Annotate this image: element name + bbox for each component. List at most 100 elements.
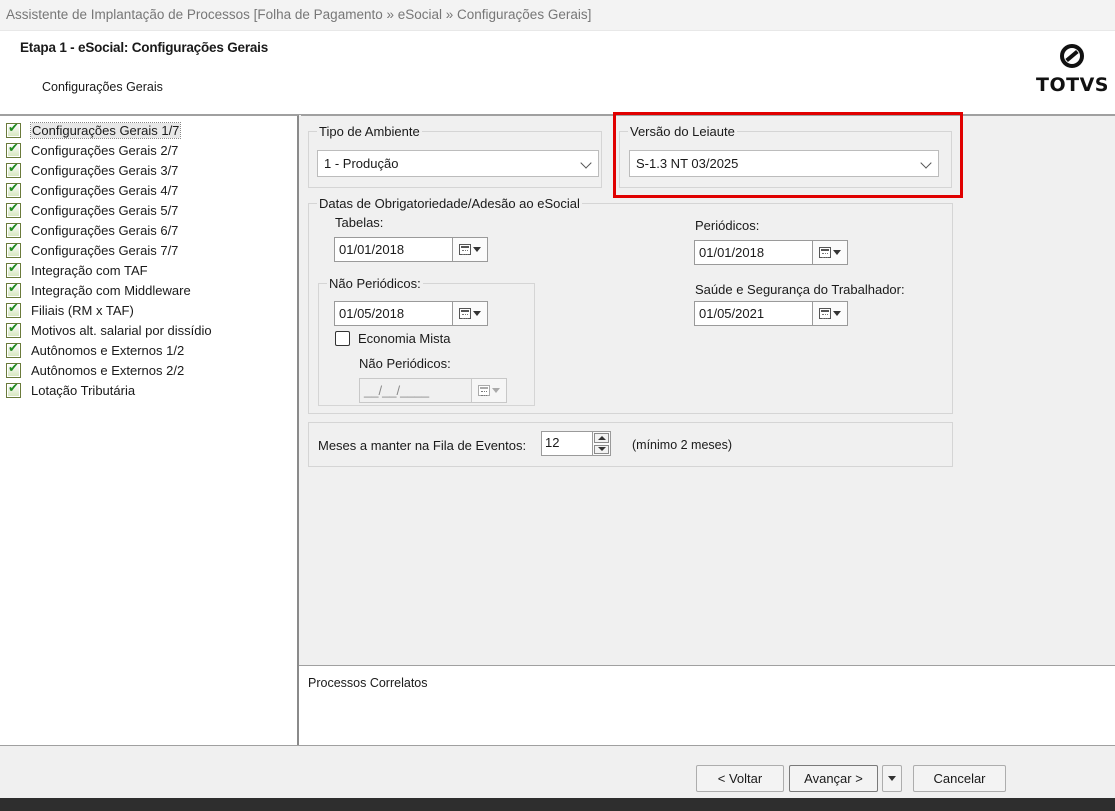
stepper-down-button[interactable] — [594, 444, 609, 454]
check-icon — [6, 320, 21, 338]
background-strip — [0, 798, 1115, 811]
nao-periodicos-legend: Não Periódicos: — [329, 276, 421, 291]
economia-mista-label: Economia Mista — [358, 331, 451, 346]
periodicos-date-value[interactable]: 01/01/2018 — [694, 240, 812, 265]
sidebar-item-middleware[interactable]: Integração com Middleware — [0, 280, 297, 300]
calendar-icon — [819, 247, 831, 258]
step-subtitle: Configurações Gerais — [42, 80, 163, 94]
check-icon — [6, 160, 21, 178]
nao-periodicos-date-value[interactable]: 01/05/2018 — [334, 301, 452, 326]
totvs-logo: TOTVS — [1036, 44, 1108, 106]
nao-periodicos-date[interactable]: 01/05/2018 — [334, 301, 488, 326]
check-icon — [6, 120, 21, 138]
calendar-icon — [478, 385, 490, 396]
back-button[interactable]: < Voltar — [696, 765, 784, 792]
check-icon — [6, 200, 21, 218]
calendar-icon — [459, 308, 471, 319]
ambiente-value: 1 - Produção — [324, 156, 399, 171]
cancel-button[interactable]: Cancelar — [913, 765, 1006, 792]
calendar-button[interactable] — [452, 301, 488, 326]
check-icon — [6, 340, 21, 358]
step-title: Etapa 1 - eSocial: Configurações Gerais — [20, 40, 269, 55]
wizard-footer: < Voltar Avançar > Cancelar — [0, 745, 1115, 798]
next-dropdown-button[interactable] — [882, 765, 902, 792]
economia-mista-checkbox[interactable] — [335, 331, 350, 346]
sst-date-value[interactable]: 01/05/2021 — [694, 301, 812, 326]
sidebar-item-motivos[interactable]: Motivos alt. salarial por dissídio — [0, 320, 297, 340]
sidebar-item-config-5[interactable]: Configurações Gerais 5/7 — [0, 200, 297, 220]
dropdown-arrow-icon — [833, 250, 841, 255]
processos-correlatos-panel: Processos Correlatos — [299, 665, 1115, 745]
next-button[interactable]: Avançar > — [789, 765, 878, 792]
arrow-down-icon — [597, 447, 606, 452]
check-icon — [6, 240, 21, 258]
check-icon — [6, 260, 21, 278]
sidebar-item-label: Configurações Gerais 4/7 — [31, 182, 179, 198]
fila-meses-stepper[interactable]: 12 — [541, 431, 611, 456]
sidebar-item-taf[interactable]: Integração com TAF — [0, 260, 297, 280]
calendar-icon — [819, 308, 831, 319]
calendar-button[interactable] — [452, 237, 488, 262]
sidebar-item-label: Configurações Gerais 5/7 — [31, 202, 179, 218]
stepper-arrows — [593, 431, 611, 456]
sidebar-item-filiais[interactable]: Filiais (RM x TAF) — [0, 300, 297, 320]
calendar-button[interactable] — [812, 240, 848, 265]
wizard-header: Etapa 1 - eSocial: Configurações Gerais … — [0, 31, 1115, 115]
check-icon — [6, 280, 21, 298]
sidebar-item-config-2[interactable]: Configurações Gerais 2/7 — [0, 140, 297, 160]
sidebar-item-config-6[interactable]: Configurações Gerais 6/7 — [0, 220, 297, 240]
sidebar-item-label: Configurações Gerais 2/7 — [31, 142, 179, 158]
periodicos-label: Periódicos: — [695, 218, 760, 233]
sidebar-item-label: Configurações Gerais 1/7 — [29, 121, 182, 139]
sidebar-item-autonomos-1[interactable]: Autônomos e Externos 1/2 — [0, 340, 297, 360]
dropdown-arrow-icon — [492, 388, 500, 393]
steps-sidebar: Configurações Gerais 1/7 Configurações G… — [0, 115, 299, 745]
sidebar-item-config-1[interactable]: Configurações Gerais 1/7 — [0, 120, 297, 140]
sst-label: Saúde e Segurança do Trabalhador: — [695, 282, 905, 297]
check-icon — [6, 300, 21, 318]
em-nao-periodicos-label: Não Periódicos: — [359, 356, 451, 371]
leiaute-highlight-box — [613, 112, 963, 198]
sidebar-item-label: Configurações Gerais 6/7 — [31, 222, 179, 238]
fila-meses-value[interactable]: 12 — [541, 431, 593, 456]
sst-date[interactable]: 01/05/2021 — [694, 301, 848, 326]
sidebar-item-label: Lotação Tributária — [31, 382, 136, 398]
dropdown-arrow-icon — [473, 311, 481, 316]
periodicos-date[interactable]: 01/01/2018 — [694, 240, 848, 265]
check-icon — [6, 380, 21, 398]
stepper-up-button[interactable] — [594, 433, 609, 443]
em-nao-periodicos-date: __/__/____ — [359, 378, 507, 403]
fila-label: Meses a manter na Fila de Eventos: — [318, 438, 527, 453]
dropdown-arrow-icon — [473, 247, 481, 252]
tabelas-date-value[interactable]: 01/01/2018 — [334, 237, 452, 262]
chevron-down-icon — [580, 157, 592, 169]
sidebar-item-label: Integração com Middleware — [31, 282, 191, 298]
check-icon — [6, 360, 21, 378]
totvs-logo-icon — [1060, 44, 1084, 68]
calendar-icon — [459, 244, 471, 255]
calendar-button[interactable] — [812, 301, 848, 326]
em-nao-periodicos-date-value: __/__/____ — [359, 378, 471, 403]
check-icon — [6, 140, 21, 158]
tabelas-date[interactable]: 01/01/2018 — [334, 237, 488, 262]
arrow-up-icon — [597, 435, 606, 440]
sidebar-item-label: Autônomos e Externos 1/2 — [31, 342, 185, 358]
datas-legend: Datas de Obrigatoriedade/Adesão ao eSoci… — [319, 196, 580, 211]
sidebar-item-config-7[interactable]: Configurações Gerais 7/7 — [0, 240, 297, 260]
totvs-logo-text: TOTVS — [1036, 74, 1109, 96]
sidebar-item-config-3[interactable]: Configurações Gerais 3/7 — [0, 160, 297, 180]
check-icon — [6, 220, 21, 238]
check-icon — [6, 180, 21, 198]
sidebar-item-lotacao[interactable]: Lotação Tributária — [0, 380, 297, 400]
sidebar-item-label: Autônomos e Externos 2/2 — [31, 362, 185, 378]
ambiente-select[interactable]: 1 - Produção — [317, 150, 599, 177]
sidebar-item-autonomos-2[interactable]: Autônomos e Externos 2/2 — [0, 360, 297, 380]
wizard-window: Assistente de Implantação de Processos [… — [0, 0, 1115, 798]
tabelas-label: Tabelas: — [335, 215, 384, 230]
sidebar-item-label: Motivos alt. salarial por dissídio — [31, 322, 212, 338]
sidebar-item-config-4[interactable]: Configurações Gerais 4/7 — [0, 180, 297, 200]
processos-correlatos-title: Processos Correlatos — [308, 676, 428, 690]
fila-hint: (mínimo 2 meses) — [632, 438, 733, 452]
sidebar-item-label: Configurações Gerais 7/7 — [31, 242, 179, 258]
ambiente-legend: Tipo de Ambiente — [319, 124, 420, 139]
